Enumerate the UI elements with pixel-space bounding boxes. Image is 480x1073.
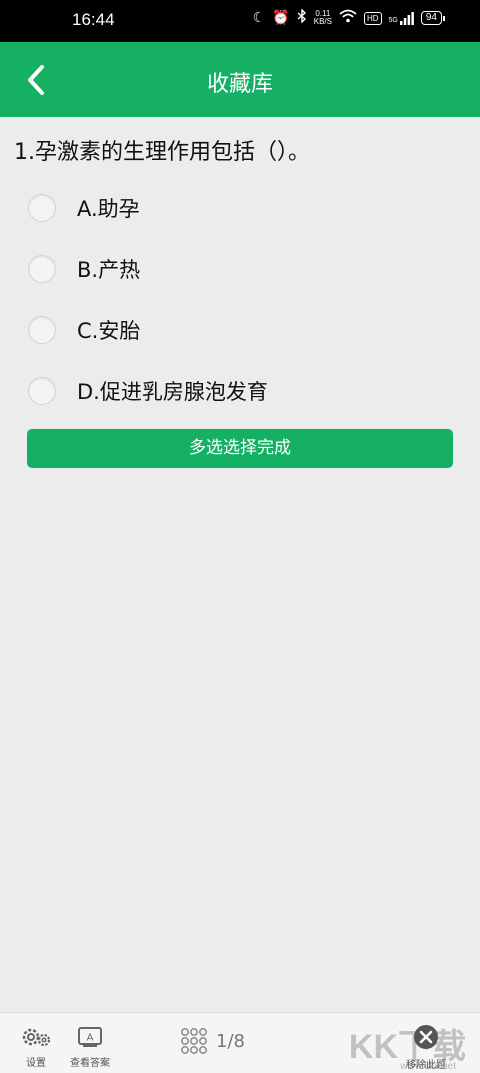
answer-card-icon: A <box>78 1027 102 1047</box>
status-bar: 16:44 ☾ ⏰ 0.11 KB/S HD 5G 94 <box>0 0 480 42</box>
radio-b[interactable] <box>28 255 56 283</box>
option-d[interactable]: D.促进乳房腺泡发育 <box>28 367 328 415</box>
hd-badge: HD <box>363 11 382 25</box>
status-icons: ☾ ⏰ 0.11 KB/S HD 5G 94 <box>252 8 446 27</box>
page-indicator: 1/8 <box>216 1030 245 1052</box>
option-a[interactable]: A.助孕 <box>28 184 328 232</box>
radio-c[interactable] <box>28 316 56 344</box>
option-d-label: D.促进乳房腺泡发育 <box>77 380 268 404</box>
net-speed-unit: KB/S <box>313 17 332 26</box>
settings-label: 设置 <box>26 1058 46 1069</box>
option-b[interactable]: B.产热 <box>28 245 328 293</box>
radio-a[interactable] <box>28 194 56 222</box>
radio-d[interactable] <box>28 377 56 405</box>
moon-icon: ☾ <box>252 10 266 26</box>
close-circle-icon <box>414 1025 438 1049</box>
app-bar: 收藏库 <box>0 42 480 117</box>
question-text: 1.孕激素的生理作用包括（）。 <box>14 140 310 165</box>
remove-question-button[interactable]: 移除此题 <box>400 1023 452 1071</box>
option-a-label: A.助孕 <box>77 197 140 221</box>
signal-label: 5G <box>388 16 398 24</box>
signal-icon: 5G <box>388 11 414 25</box>
wifi-icon <box>339 9 357 27</box>
option-b-label: B.产热 <box>77 258 141 282</box>
battery-indicator: 94 <box>420 11 446 25</box>
view-answer-button[interactable]: A 查看答案 <box>68 1025 112 1069</box>
page-navigator[interactable]: 1/8 <box>180 1027 245 1055</box>
remove-question-label: 移除此题 <box>406 1060 446 1071</box>
option-c-label: C.安胎 <box>77 319 141 343</box>
option-c[interactable]: C.安胎 <box>28 306 328 354</box>
bottom-toolbar: 设置 A 查看答案 1/8 KK下载 www.kkx.net 移除此题 <box>0 1012 480 1073</box>
bluetooth-icon <box>297 8 307 27</box>
view-answer-label: 查看答案 <box>70 1058 110 1069</box>
alarm-icon: ⏰ <box>272 10 290 26</box>
settings-button[interactable]: 设置 <box>20 1025 52 1069</box>
net-speed: 0.11 KB/S <box>314 10 332 26</box>
answer-icon-letter: A <box>87 1033 94 1044</box>
status-time: 16:44 <box>72 10 115 29</box>
grid-icon <box>181 1028 207 1054</box>
gear-icon <box>22 1028 51 1047</box>
submit-multi-select-button[interactable]: 多选选择完成 <box>27 429 453 468</box>
page-title: 收藏库 <box>206 72 273 97</box>
